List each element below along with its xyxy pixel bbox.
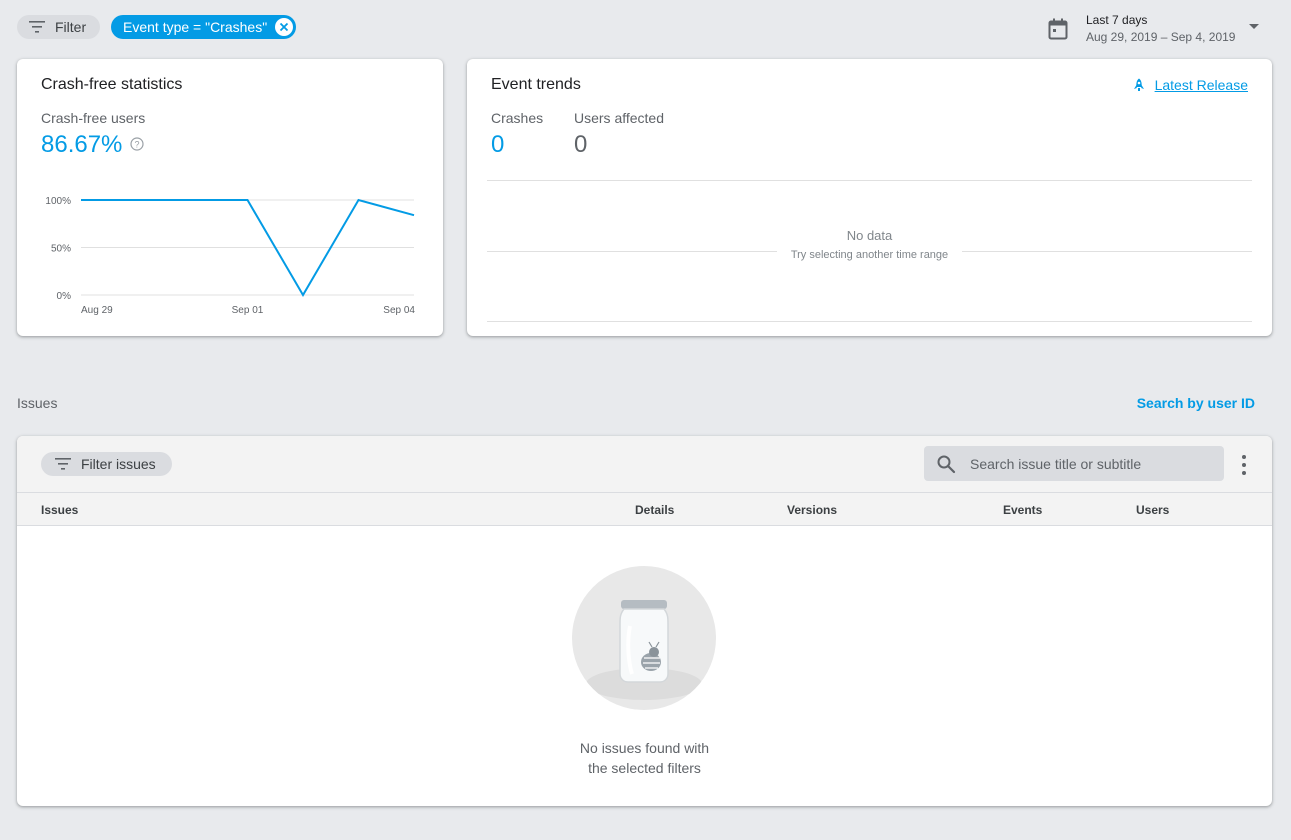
crash-free-chart: 100% 50% 0% Aug 29 Sep 01 Sep 04 [45,196,415,316]
column-header-details[interactable]: Details [635,503,674,517]
y-tick-label: 50% [51,244,71,255]
filter-icon [55,458,71,470]
issue-search-box [924,446,1224,481]
no-data-message: No data Try selecting another time range [487,227,1252,263]
no-data-hint: Try selecting another time range [776,249,963,261]
event-type-chip-label: Event type = "Crashes" [123,19,268,35]
crashes-value: 0 [491,131,505,158]
divider [487,180,1252,181]
rocket-icon [1133,78,1144,91]
filter-icon [29,21,45,33]
chip-close-icon[interactable] [275,18,294,36]
x-tick-label: Sep 04 [383,305,415,316]
column-header-events[interactable]: Events [1003,503,1042,517]
no-issues-line-1: No issues found with [579,740,710,756]
latest-release-label: Latest Release [1154,77,1248,93]
filter-issues-label: Filter issues [81,456,156,472]
users-affected-value: 0 [574,131,588,158]
event-type-chip[interactable]: Event type = "Crashes" [111,15,297,39]
x-tick-label: Sep 01 [232,305,264,316]
issues-table-header: Issues Details Versions Events Users [17,493,1272,526]
column-header-versions[interactable]: Versions [787,503,837,517]
calendar-icon [1048,18,1068,40]
event-trends-card: Event trends Latest Release Crashes 0 Us… [467,59,1272,336]
trends-card-title: Event trends [491,76,581,93]
latest-release-link[interactable]: Latest Release [1132,77,1248,93]
issues-toolbar: Filter issues [17,436,1272,493]
y-tick-label: 0% [57,291,72,302]
column-header-users[interactable]: Users [1136,503,1169,517]
more-options-icon[interactable] [1235,455,1253,475]
date-range-title: Last 7 days [1086,13,1148,27]
filter-issues-button[interactable]: Filter issues [41,452,172,476]
date-range-picker[interactable]: Last 7 days Aug 29, 2019 – Sep 4, 2019 [1048,12,1260,46]
issue-search-input[interactable] [970,455,1210,472]
date-range-dates: Aug 29, 2019 – Sep 4, 2019 [1086,30,1236,44]
chevron-down-icon [1249,23,1260,29]
y-tick-label: 100% [45,196,71,207]
column-header-issues[interactable]: Issues [41,503,78,517]
top-bar: Filter Event type = "Crashes" Last 7 day… [0,0,1291,54]
issues-card: Filter issues Issues Details Versions Ev… [17,436,1272,806]
no-data-title: No data [832,228,907,243]
x-tick-label: Aug 29 [81,305,113,316]
crashes-label: Crashes [491,110,544,126]
empty-jar-illustration [572,566,716,710]
issues-heading: Issues [17,395,58,411]
search-icon [937,455,956,473]
no-issues-message: No issues found with the selected filter… [17,738,1272,778]
crash-free-statistics-card: Crash-free statistics Crash-free users 8… [17,59,443,336]
filter-button-label: Filter [55,19,87,35]
filter-button[interactable]: Filter [17,15,101,39]
divider [487,321,1252,322]
users-affected-label: Users affected [574,110,665,126]
search-by-user-id-link[interactable]: Search by user ID [1137,395,1255,411]
no-issues-line-2: the selected filters [588,760,701,776]
